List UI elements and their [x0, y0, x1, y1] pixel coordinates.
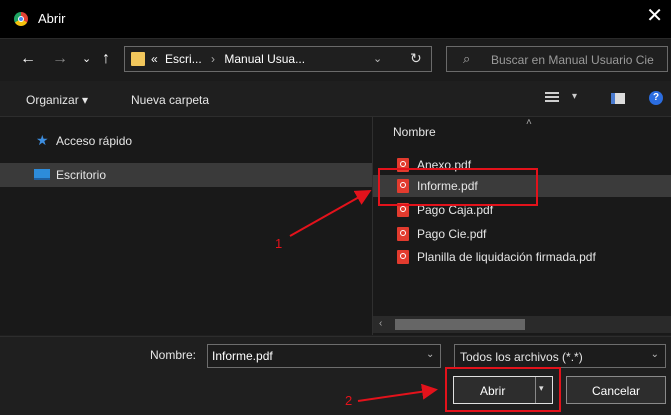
file-name-field[interactable]: [207, 344, 441, 368]
back-button[interactable]: ←: [20, 50, 36, 68]
step-number-2: 2: [345, 393, 353, 408]
search-input[interactable]: ⌕ Buscar en Manual Usuario Cie: [446, 46, 668, 72]
file-name-label: Nombre:: [150, 348, 197, 362]
forward-button[interactable]: →: [52, 50, 68, 68]
search-placeholder: Buscar en Manual Usuario Cie: [491, 53, 654, 67]
new-folder-button[interactable]: Nueva carpeta: [131, 93, 209, 107]
chrome-icon: [14, 12, 28, 26]
scroll-left-icon[interactable]: ‹: [379, 318, 382, 329]
organize-button[interactable]: Organizar ▾: [26, 93, 88, 107]
file-row[interactable]: Pago Cie.pdf: [373, 223, 671, 245]
sort-ascending-icon: ˄: [526, 117, 532, 128]
pdf-icon: [397, 250, 409, 264]
star-icon: ★: [36, 132, 49, 148]
refresh-icon[interactable]: ↻: [410, 50, 422, 67]
cancel-button[interactable]: Cancelar: [566, 376, 666, 404]
horizontal-scrollbar[interactable]: ‹: [373, 316, 671, 333]
address-bar[interactable]: « Escri... › Manual Usua... ⌄ ↻: [124, 46, 432, 72]
up-button[interactable]: ↑: [102, 50, 110, 68]
sidebar-item-label: Escritorio: [56, 168, 107, 182]
highlight-box-file: [378, 168, 538, 206]
scrollbar-thumb[interactable]: [395, 319, 525, 330]
column-header-name[interactable]: Nombre: [393, 125, 436, 139]
view-dropdown-icon[interactable]: ▾: [572, 91, 577, 102]
breadcrumb-escritorio[interactable]: Escri...: [165, 52, 202, 66]
breadcrumb-separator: ›: [211, 52, 216, 66]
sidebar-item-label: Acceso rápido: [56, 134, 133, 148]
command-bar: Organizar ▾ Nueva carpeta: [0, 82, 671, 117]
preview-pane-icon[interactable]: [611, 93, 625, 104]
pdf-icon: [397, 227, 409, 241]
file-row[interactable]: Planilla de liquidación firmada.pdf: [373, 246, 671, 268]
help-icon[interactable]: ?: [649, 91, 663, 105]
recent-locations-button[interactable]: ⌄: [82, 50, 91, 68]
step-number-1: 1: [275, 236, 283, 251]
breadcrumb: « Escri... › Manual Usua...: [151, 52, 305, 66]
search-icon: ⌕: [463, 51, 471, 66]
view-options-icon[interactable]: [545, 92, 559, 104]
close-icon[interactable]: ✕: [646, 6, 663, 26]
sidebar-item-quick-access[interactable]: ★ Acceso rápido: [0, 129, 372, 153]
file-type-select[interactable]: Todos los archivos (*.*) ⌄: [454, 344, 666, 368]
breadcrumb-overflow[interactable]: «: [151, 52, 158, 66]
desktop-icon: [34, 169, 50, 180]
file-list: ˄ Nombre Anexo.pdf Informe.pdf Pago Caja…: [373, 117, 671, 335]
file-name: Pago Cie.pdf: [417, 227, 487, 241]
highlight-box-open: [445, 367, 561, 412]
breadcrumb-manual[interactable]: Manual Usua...: [224, 52, 305, 66]
chevron-down-icon[interactable]: ⌄: [373, 52, 382, 65]
chevron-down-icon: ⌄: [650, 349, 659, 360]
navigation-pane: ★ Acceso rápido Escritorio: [0, 117, 372, 335]
file-name: Planilla de liquidación firmada.pdf: [417, 250, 596, 264]
chevron-down-icon[interactable]: ⌄: [426, 349, 434, 360]
sidebar-item-desktop[interactable]: Escritorio: [0, 163, 372, 187]
folder-icon: [131, 52, 145, 66]
file-type-value: Todos los archivos (*.*): [460, 350, 583, 364]
title-bar: Abrir ✕: [0, 0, 671, 39]
window-title: Abrir: [38, 11, 66, 26]
